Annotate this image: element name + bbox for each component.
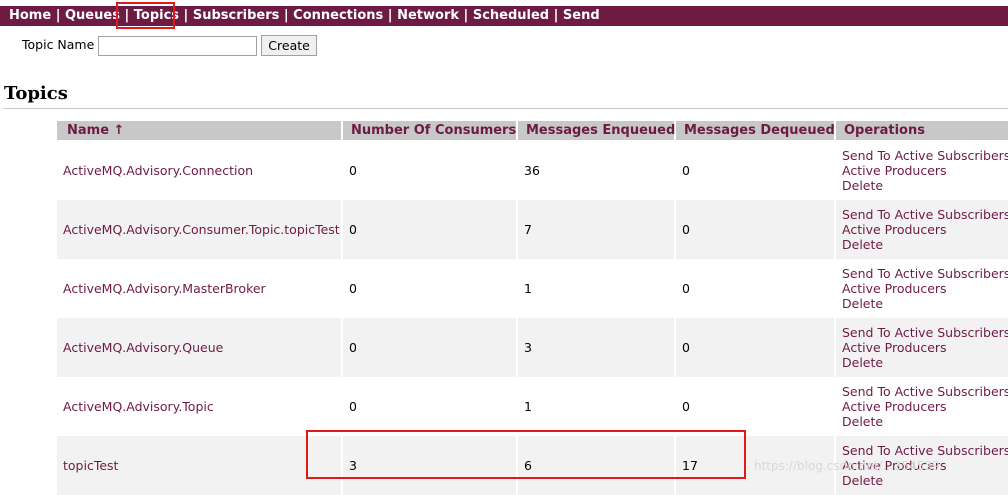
nav-link-scheduled[interactable]: Scheduled — [473, 8, 549, 23]
send-to-active-subscribers-link[interactable]: Send To Active Subscribers — [842, 443, 1008, 458]
send-to-active-subscribers-link[interactable]: Send To Active Subscribers — [842, 266, 1008, 281]
create-button[interactable]: Create — [261, 35, 317, 56]
nav-separator: | — [51, 8, 65, 23]
delete-link[interactable]: Delete — [842, 237, 1008, 252]
sort-by-name-link[interactable]: Name ↑ — [67, 123, 124, 138]
topic-name-link[interactable]: ActiveMQ.Advisory.Queue — [63, 340, 223, 355]
topic-name-cell: ActiveMQ.Advisory.Connection — [57, 140, 341, 200]
consumers-count: 0 — [343, 259, 516, 318]
column-header-dequeued: Messages Dequeued — [676, 121, 835, 140]
consumers-count: 0 — [343, 200, 516, 259]
table-row: ActiveMQ.Advisory.Connection 0 36 0 Send To … — [57, 140, 1008, 200]
topic-name-cell: ActiveMQ.Advisory.Topic — [57, 377, 341, 436]
nav-link-queues[interactable]: Queues — [65, 8, 120, 23]
dequeued-count: 0 — [676, 140, 834, 200]
table-row: ActiveMQ.Advisory.Consumer.Topic.topicTe… — [57, 200, 1008, 259]
active-producers-link[interactable]: Active Producers — [842, 163, 1008, 178]
delete-link[interactable]: Delete — [842, 473, 1008, 488]
dequeued-count: 0 — [676, 318, 834, 377]
nav-link-home[interactable]: Home — [9, 8, 51, 23]
topictest-counts-highlight-box — [306, 430, 746, 479]
delete-link[interactable]: Delete — [842, 355, 1008, 370]
topic-name-link[interactable]: topicTest — [63, 458, 118, 473]
topic-name-link[interactable]: ActiveMQ.Advisory.Connection — [63, 163, 253, 178]
enqueued-count: 7 — [518, 200, 674, 259]
dequeued-count: 0 — [676, 377, 834, 436]
nav-separator: | — [549, 8, 563, 23]
topic-name-input[interactable] — [98, 35, 258, 56]
active-producers-link[interactable]: Active Producers — [842, 399, 1008, 414]
topic-name-label: Topic Name — [22, 37, 95, 52]
send-to-active-subscribers-link[interactable]: Send To Active Subscribers — [842, 325, 1008, 340]
topic-name-link[interactable]: ActiveMQ.Advisory.Consumer.Topic.topicTe… — [63, 222, 340, 237]
dequeued-count: 0 — [676, 200, 834, 259]
nav-separator: | — [279, 8, 294, 23]
enqueued-count: 1 — [518, 377, 674, 436]
enqueued-count: 1 — [518, 259, 674, 318]
consumers-count: 0 — [343, 140, 516, 200]
watermark: https://blog.csdn.net/...354529 — [754, 459, 940, 473]
active-producers-link[interactable]: Active Producers — [842, 340, 1008, 355]
topic-name-link[interactable]: ActiveMQ.Advisory.MasterBroker — [63, 281, 266, 296]
nav-links: Home | Queues | Topics | Subscribers | C… — [9, 6, 600, 26]
send-to-active-subscribers-link[interactable]: Send To Active Subscribers — [842, 148, 1008, 163]
enqueued-count: 36 — [518, 140, 674, 200]
nav-link-network[interactable]: Network — [397, 8, 459, 23]
nav-separator: | — [179, 8, 193, 23]
topic-name-cell: ActiveMQ.Advisory.MasterBroker — [57, 259, 341, 318]
send-to-active-subscribers-link[interactable]: Send To Active Subscribers — [842, 207, 1008, 222]
operations-cell: Send To Active Subscribers Active Produce… — [836, 259, 1008, 318]
operations-cell: Send To Active Subscribers Active Produce… — [836, 318, 1008, 377]
nav-separator: | — [383, 8, 398, 23]
nav-link-send[interactable]: Send — [563, 8, 600, 23]
delete-link[interactable]: Delete — [842, 414, 1008, 429]
table-row: ActiveMQ.Advisory.Queue 0 3 0 Send To Active… — [57, 318, 1008, 377]
topic-name-cell: ActiveMQ.Advisory.Consumer.Topic.topicTe… — [57, 200, 341, 259]
active-producers-link[interactable]: Active Producers — [842, 281, 1008, 296]
nav-link-connections[interactable]: Connections — [293, 8, 383, 23]
column-header-consumers: Number Of Consumers — [343, 121, 516, 140]
nav-separator: | — [459, 8, 473, 23]
topic-name-cell: ActiveMQ.Advisory.Queue — [57, 318, 341, 377]
consumers-count: 0 — [343, 377, 516, 436]
column-header-operations: Operations — [836, 121, 1008, 140]
nav-link-subscribers[interactable]: Subscribers — [193, 8, 280, 23]
operations-cell: Send To Active Subscribers Active Produce… — [836, 140, 1008, 200]
operations-cell: Send To Active Subscribers Active Produce… — [836, 377, 1008, 436]
delete-link[interactable]: Delete — [842, 178, 1008, 193]
operations-cell: Send To Active Subscribers Active Produce… — [836, 200, 1008, 259]
divider — [3, 108, 1008, 109]
column-header-enqueued: Messages Enqueued — [518, 121, 675, 140]
consumers-count: 0 — [343, 318, 516, 377]
topic-name-cell: topicTest — [57, 436, 341, 495]
active-producers-link[interactable]: Active Producers — [842, 222, 1008, 237]
enqueued-count: 3 — [518, 318, 674, 377]
topic-name-link[interactable]: ActiveMQ.Advisory.Topic — [63, 399, 214, 414]
topics-highlight-box — [116, 2, 175, 29]
delete-link[interactable]: Delete — [842, 296, 1008, 311]
send-to-active-subscribers-link[interactable]: Send To Active Subscribers — [842, 384, 1008, 399]
table-header-row: Name ↑ Number Of Consumers Messages Enqu… — [57, 121, 1008, 140]
page-title: Topics — [4, 83, 68, 104]
table-row: ActiveMQ.Advisory.MasterBroker 0 1 0 Send To… — [57, 259, 1008, 318]
column-header-name[interactable]: Name ↑ — [57, 121, 341, 140]
dequeued-count: 0 — [676, 259, 834, 318]
create-topic-form: Topic Name Create — [22, 34, 317, 56]
table-row: ActiveMQ.Advisory.Topic 0 1 0 Send To Active… — [57, 377, 1008, 436]
